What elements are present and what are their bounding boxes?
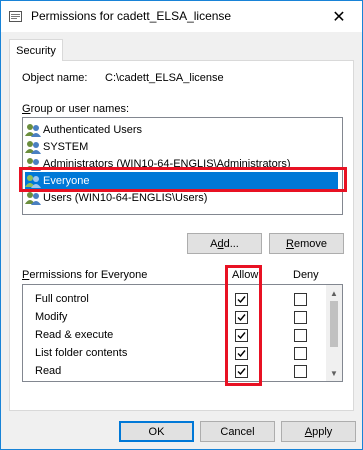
ok-button-label: OK	[148, 425, 165, 438]
permission-row-list-folder-contents: List folder contents	[23, 345, 328, 363]
users-group-icon	[25, 191, 41, 205]
allow-checkbox[interactable]	[235, 347, 248, 360]
scrollbar-thumb[interactable]	[330, 301, 338, 347]
permission-row-read-execute: Read & execute	[23, 327, 328, 345]
list-item-label: Everyone	[43, 174, 90, 187]
apply-button[interactable]: Apply	[281, 421, 356, 442]
title-bar: Permissions for cadett_ELSA_license ✕	[1, 1, 362, 32]
window-title: Permissions for cadett_ELSA_license	[31, 9, 232, 23]
allow-checkbox[interactable]	[235, 365, 248, 378]
permissions-title: Permissions for Everyone	[22, 269, 148, 281]
list-item-system[interactable]: SYSTEM	[25, 138, 88, 155]
permissions-scrollbar[interactable]: ▲ ▼	[326, 285, 342, 381]
add-button-label: Add...	[210, 237, 239, 250]
object-name-value: C:\cadett_ELSA_license	[105, 72, 224, 84]
scroll-up-icon[interactable]: ▲	[326, 285, 342, 301]
ok-button[interactable]: OK	[119, 421, 194, 442]
deny-checkbox[interactable]	[294, 311, 307, 324]
allow-column-header: Allow	[232, 269, 259, 281]
remove-button-label: Remove	[286, 237, 327, 250]
remove-button[interactable]: Remove	[269, 233, 344, 254]
add-button[interactable]: Add...	[187, 233, 262, 254]
permission-name: Read	[35, 365, 62, 377]
checkmark-icon	[237, 314, 246, 322]
scroll-down-icon[interactable]: ▼	[326, 365, 342, 381]
deny-checkbox[interactable]	[294, 365, 307, 378]
users-group-icon	[25, 157, 41, 171]
allow-checkbox[interactable]	[235, 329, 248, 342]
allow-checkbox[interactable]	[235, 293, 248, 306]
group-users-list[interactable]: Authenticated Users SYSTEM Administrator…	[22, 117, 343, 215]
permission-name: Full control	[35, 293, 89, 305]
folder-icon	[9, 11, 22, 22]
users-group-icon	[25, 123, 41, 137]
deny-checkbox[interactable]	[294, 329, 307, 342]
list-item-administrators[interactable]: Administrators (WIN10-64-ENGLIS\Administ…	[25, 155, 291, 172]
list-item-users[interactable]: Users (WIN10-64-ENGLIS\Users)	[25, 189, 207, 206]
users-group-icon	[25, 174, 41, 188]
tab-security[interactable]: Security	[9, 39, 63, 61]
list-item-label: Authenticated Users	[43, 123, 143, 136]
cancel-button-label: Cancel	[220, 425, 255, 438]
permission-name: List folder contents	[35, 347, 128, 359]
group-users-label: Group or user names:	[22, 103, 129, 115]
permission-row-modify: Modify	[23, 309, 328, 327]
permission-row-read: Read	[23, 363, 328, 381]
deny-checkbox[interactable]	[294, 347, 307, 360]
deny-checkbox[interactable]	[294, 293, 307, 306]
list-item-authenticated-users[interactable]: Authenticated Users	[25, 121, 142, 138]
permissions-dialog: Permissions for cadett_ELSA_license ✕ Se…	[0, 0, 363, 450]
cancel-button[interactable]: Cancel	[200, 421, 275, 442]
tab-label: Security	[16, 44, 56, 57]
close-icon: ✕	[332, 8, 346, 26]
list-item-label: Users (WIN10-64-ENGLIS\Users)	[43, 191, 208, 204]
checkmark-icon	[237, 368, 246, 376]
checkmark-icon	[237, 332, 246, 340]
checkmark-icon	[237, 296, 246, 304]
permissions-list[interactable]: Full control Modify Read & execute List …	[22, 284, 343, 382]
deny-column-header: Deny	[293, 269, 319, 281]
permission-name: Modify	[35, 311, 68, 323]
users-group-icon	[25, 140, 41, 154]
object-name-label: Object name:	[22, 72, 88, 84]
close-button[interactable]: ✕	[316, 1, 362, 32]
permission-row-full-control: Full control	[23, 291, 328, 309]
permission-name: Read & execute	[35, 329, 114, 341]
list-item-label: SYSTEM	[43, 140, 89, 153]
list-item-label: Administrators (WIN10-64-ENGLIS\Administ…	[43, 157, 291, 170]
checkmark-icon	[237, 350, 246, 358]
apply-button-label: Apply	[304, 425, 333, 438]
list-item-everyone[interactable]: Everyone	[25, 172, 338, 189]
allow-checkbox[interactable]	[235, 311, 248, 324]
